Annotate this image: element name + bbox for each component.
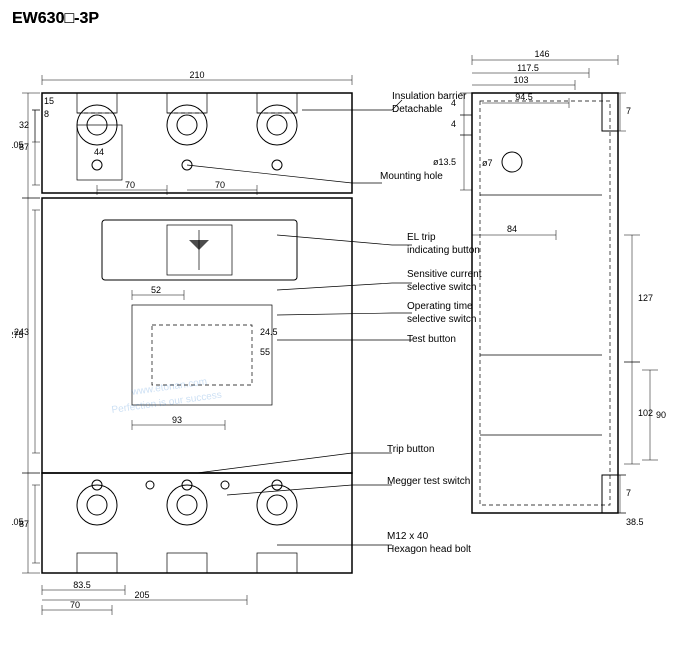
svg-text:210: 210 [189, 70, 204, 80]
svg-text:83.5: 83.5 [73, 580, 91, 590]
svg-text:87: 87 [19, 519, 29, 529]
svg-text:4: 4 [451, 119, 456, 129]
hexagon-bolt-label: M12 x 40Hexagon head bolt [387, 530, 471, 556]
diagram-area: .dim { font-size: 9px; fill: #000; font-… [12, 35, 682, 635]
svg-text:70: 70 [70, 600, 80, 610]
svg-text:ø7: ø7 [482, 158, 493, 168]
technical-drawing: .dim { font-size: 9px; fill: #000; font-… [12, 35, 682, 635]
svg-text:243: 243 [14, 327, 29, 337]
svg-text:94.5: 94.5 [515, 92, 533, 102]
svg-text:70: 70 [215, 180, 225, 190]
svg-text:84: 84 [507, 224, 517, 234]
mounting-hole-label: Mounting hole [380, 170, 443, 183]
test-button-label: Test button [407, 333, 456, 346]
svg-text:44: 44 [94, 147, 104, 157]
svg-text:102: 102 [638, 408, 653, 418]
svg-text:87: 87 [19, 142, 29, 152]
trip-button-label: Trip button [387, 443, 434, 456]
svg-text:7: 7 [626, 106, 631, 116]
svg-text:127: 127 [638, 293, 653, 303]
svg-text:93: 93 [172, 415, 182, 425]
operating-time-label: Operating timeselective switch [407, 300, 476, 326]
svg-text:146: 146 [534, 49, 549, 59]
el-trip-label: EL tripindicating button [407, 231, 480, 257]
svg-text:ø13.5: ø13.5 [433, 157, 456, 167]
svg-text:8: 8 [44, 109, 49, 119]
svg-text:38.5: 38.5 [626, 517, 644, 527]
svg-text:24.5: 24.5 [260, 327, 278, 337]
insulation-barrier-label: Insulation barrierDetachable [392, 90, 466, 116]
sensitive-current-label: Sensitive currentselective switch [407, 268, 481, 294]
svg-text:117.5: 117.5 [517, 63, 539, 73]
diagram-title: EW630□-3P [12, 10, 99, 28]
svg-text:205: 205 [134, 590, 149, 600]
svg-text:70: 70 [125, 180, 135, 190]
svg-text:15: 15 [44, 96, 54, 106]
megger-test-label: Megger test switch [387, 475, 470, 488]
svg-text:52: 52 [151, 285, 161, 295]
svg-text:55: 55 [260, 347, 270, 357]
svg-text:103: 103 [513, 75, 528, 85]
svg-text:7: 7 [626, 488, 631, 498]
svg-text:Perfection is our success: Perfection is our success [111, 390, 223, 416]
svg-text:90: 90 [656, 410, 666, 420]
svg-text:32: 32 [19, 120, 29, 130]
page-container: EW630□-3P .dim { font-size: 9px; fill: #… [0, 0, 689, 647]
